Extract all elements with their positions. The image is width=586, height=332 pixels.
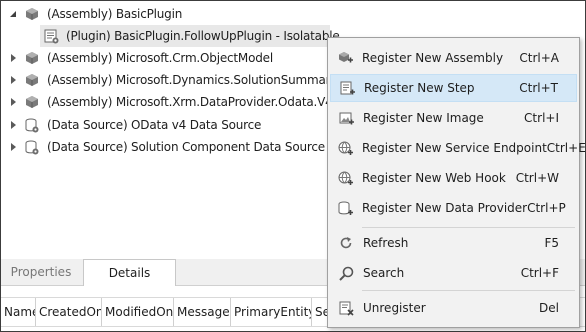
column-header-modifiedon[interactable]: ModifiedOn xyxy=(102,298,174,326)
tree-item-label: (Data Source) OData v4 Data Source xyxy=(47,118,262,132)
assembly-icon xyxy=(24,94,40,110)
menu-item-label: Register New Image xyxy=(363,111,484,125)
menu-item-label: Register New Service Endpoint xyxy=(362,141,547,155)
assembly-icon xyxy=(24,6,40,22)
menu-item-label: Refresh xyxy=(363,236,409,250)
menu-item-shortcut: Ctrl+T xyxy=(519,81,558,95)
menu-item-shortcut: Ctrl+E xyxy=(546,141,586,155)
tree-item-label: (Assembly) Microsoft.Xrm.DataProvider.Od… xyxy=(47,95,362,109)
menu-item-search[interactable]: Search Ctrl+F xyxy=(330,259,577,287)
menu-item-shortcut: Del xyxy=(539,301,559,315)
menu-item-refresh[interactable]: Refresh F5 xyxy=(330,229,577,257)
tree-item-odata-source[interactable]: (Data Source) OData v4 Data Source xyxy=(8,114,261,136)
register-webhook-icon xyxy=(338,170,353,186)
menu-item-label: Unregister xyxy=(363,301,426,315)
unregister-icon xyxy=(338,300,354,316)
menu-item-register-new-web-hook[interactable]: Register New Web Hook Ctrl+W xyxy=(330,164,577,192)
register-endpoint-icon xyxy=(338,140,353,156)
menu-item-label: Register New Data Provider xyxy=(362,201,528,215)
refresh-icon xyxy=(338,235,354,251)
menu-item-label: Search xyxy=(363,266,405,280)
tree-item-followupplugin[interactable]: (Plugin) BasicPlugin.FollowUpPlugin - Is… xyxy=(40,25,340,47)
assembly-icon xyxy=(24,72,40,88)
menu-item-shortcut: Ctrl+A xyxy=(519,51,559,65)
menu-item-register-new-image[interactable]: Register New Image Ctrl+I xyxy=(330,104,577,132)
datasource-icon xyxy=(24,117,40,133)
menu-item-unregister[interactable]: Unregister Del xyxy=(330,294,577,322)
assembly-icon xyxy=(24,50,40,66)
tab-details[interactable]: Details xyxy=(83,259,176,286)
register-dataprovider-icon xyxy=(338,200,353,216)
collapsed-arrow-icon[interactable] xyxy=(8,53,18,63)
column-header-name[interactable]: Name xyxy=(1,298,36,326)
collapsed-arrow-icon[interactable] xyxy=(8,97,18,107)
tree-item-label: (Assembly) BasicPlugin xyxy=(47,7,183,21)
menu-item-register-new-step[interactable]: Register New Step Ctrl+T xyxy=(330,74,577,102)
register-image-icon xyxy=(338,110,354,126)
collapsed-arrow-icon[interactable] xyxy=(8,120,18,130)
register-assembly-icon xyxy=(338,50,353,66)
menu-item-register-new-assembly[interactable]: Register New Assembly Ctrl+A xyxy=(330,44,577,72)
menu-item-shortcut: F5 xyxy=(544,236,559,250)
tree-item-solution-component-source[interactable]: (Data Source) Solution Component Data So… xyxy=(8,136,325,158)
plugin-icon xyxy=(44,28,59,44)
menu-separator xyxy=(362,227,575,228)
tree-item-label: (Data Source) Solution Component Data So… xyxy=(47,140,325,154)
menu-item-label: Register New Assembly xyxy=(362,51,504,65)
register-step-icon xyxy=(339,80,355,96)
tree-item-label: (Assembly) Microsoft.Crm.ObjectModel xyxy=(47,51,273,65)
menu-item-shortcut: Ctrl+I xyxy=(524,111,559,125)
search-icon xyxy=(338,265,354,281)
menu-item-shortcut: Ctrl+F xyxy=(520,266,559,280)
menu-item-shortcut: Ctrl+P xyxy=(527,201,566,215)
expanded-arrow-icon[interactable] xyxy=(8,9,18,19)
column-header-message[interactable]: Message xyxy=(174,298,231,326)
menu-separator xyxy=(362,290,575,291)
tree-item-basicplugin[interactable]: (Assembly) BasicPlugin xyxy=(8,3,182,25)
tree-item-label: (Plugin) BasicPlugin.FollowUpPlugin - Is… xyxy=(66,29,340,43)
tree-item-crm-objectmodel[interactable]: (Assembly) Microsoft.Crm.ObjectModel xyxy=(8,47,273,69)
datasource-icon xyxy=(24,139,40,155)
menu-item-label: Register New Step xyxy=(364,81,475,95)
tab-properties[interactable]: Properties xyxy=(1,259,81,285)
column-header-createdon[interactable]: CreatedOn xyxy=(36,298,102,326)
context-menu: Register New Assembly Ctrl+A Register Ne… xyxy=(327,37,586,328)
menu-item-label: Register New Web Hook xyxy=(362,171,506,185)
menu-item-shortcut: Ctrl+W xyxy=(515,171,559,185)
tree-item-solutionsummary[interactable]: (Assembly) Microsoft.Dynamics.SolutionSu… xyxy=(8,69,357,91)
collapsed-arrow-icon[interactable] xyxy=(8,75,18,85)
column-header-primaryentity[interactable]: PrimaryEntity xyxy=(231,298,312,326)
menu-item-register-new-service-endpoint[interactable]: Register New Service Endpoint Ctrl+E xyxy=(330,134,586,162)
tree-item-dataprovider-odata[interactable]: (Assembly) Microsoft.Xrm.DataProvider.Od… xyxy=(8,91,361,113)
tree-item-label: (Assembly) Microsoft.Dynamics.SolutionSu… xyxy=(47,73,357,87)
menu-item-register-new-data-provider[interactable]: Register New Data Provider Ctrl+P xyxy=(330,194,577,222)
collapsed-arrow-icon[interactable] xyxy=(8,142,18,152)
